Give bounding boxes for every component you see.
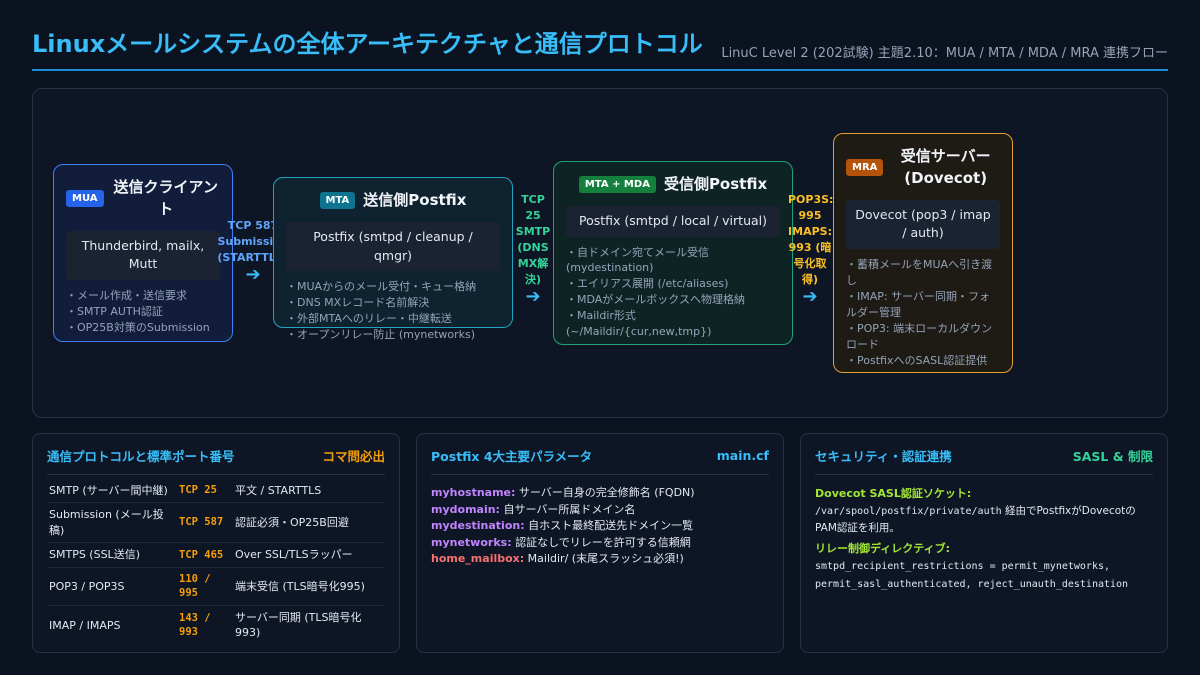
page-subtitle: LinuC Level 2 (202試験) 主題2.10：MUA / MTA /… (721, 46, 1168, 61)
list-item: ・自ドメイン宛てメール受信 (mydestination) (566, 245, 709, 275)
ports-panel: 通信プロトコルと標準ポート番号 コマ問必出 SMTP (サーバー間中継) TCP… (32, 433, 400, 653)
node-feature-list: ・MUAからのメール受付・キュー格納 ・DNS MXレコード名前解決 ・外部MT… (286, 279, 500, 343)
list-item: ・IMAP: サーバー同期・フォルダー管理 (846, 289, 990, 319)
param-desc: Maildir/ (末尾スラッシュ必須!) (527, 552, 684, 565)
node-badge: MRA (846, 159, 884, 177)
param-desc: 認証なしでリレーを許可する信頼網 (515, 535, 691, 549)
list-item: ・DNS MXレコード名前解決 (286, 296, 430, 310)
port-number: 143 / 993 (179, 611, 211, 639)
node-title: 受信サーバー (Dovecot) (900, 147, 991, 187)
list-item: ・PostfixへのSASL認証提供 (846, 353, 988, 367)
ports-table: SMTP (サーバー間中継) TCP 25 平文 / STARTTLS Subm… (47, 479, 385, 645)
table-row: POP3 / POP3S 110 / 995 端末受信 (TLS暗号化995) (47, 567, 385, 606)
node-title: 送信クライアント (113, 178, 218, 218)
node-badge: MTA + MDA (578, 176, 656, 194)
sasl-label: Dovecot SASL認証ソケット: (815, 487, 972, 500)
node-title: 受信側Postfix (663, 175, 768, 193)
connector-mda-mra: POP3S: 995 IMAPS: 993 (暗号化取得) ➔ (788, 192, 834, 307)
connector-label: POP3S: 995 IMAPS: 993 (暗号化取得) (788, 193, 834, 286)
param-desc: サーバー自身の完全修飾名 (FQDN) (518, 486, 695, 499)
node-process: Dovecot (pop3 / imap / auth) (846, 199, 1000, 249)
node-mra: MRA 受信サーバー (Dovecot) Dovecot (pop3 / ima… (833, 133, 1013, 373)
param-key: myhostname: (431, 486, 516, 499)
node-badge: MUA (66, 190, 104, 208)
connector-label: TCP 25 SMTP (DNS MX解決) (515, 193, 551, 286)
connector-mta-mda: TCP 25 SMTP (DNS MX解決) ➔ (515, 192, 551, 306)
relay-label: リレー制御ディレクティブ: (815, 541, 950, 555)
protocol-name: SMTP (サーバー間中継) (47, 479, 177, 504)
port-number: 110 / 995 (177, 567, 233, 606)
list-item: ・メール作成・送信要求 (66, 289, 187, 302)
security-panel: セキュリティ・認証連携 SASL & 制限 Dovecot SASL認証ソケット… (800, 433, 1168, 653)
list-item: ・MUAからのメール受付・キュー格納 (286, 280, 477, 294)
page-title: Linuxメールシステムの全体アーキテクチャと通信プロトコル (32, 30, 703, 58)
node-mua: MUA 送信クライアント Thunderbird, mailx, Mutt ・メ… (53, 164, 233, 342)
protocol-name: POP3 / POP3S (47, 567, 177, 606)
protocol-name: IMAP / IMAPS (49, 618, 121, 632)
param-item: mydomain: 自サーバー所属ドメイン名 (431, 502, 769, 519)
list-item: ・OP25B対策のSubmission (66, 320, 210, 334)
node-process: Thunderbird, mailx, Mutt (66, 230, 220, 280)
param-item: myhostname: サーバー自身の完全修飾名 (FQDN) (431, 485, 769, 502)
arrow-right-icon: ➔ (525, 285, 541, 307)
protocol-desc: サーバー同期 (TLS暗号化993) (235, 610, 362, 640)
protocol-desc: 端末受信 (TLS暗号化995) (233, 567, 385, 606)
table-row: Submission (メール投稿) TCP 587 認証必須・OP25B回避 (47, 502, 385, 544)
list-item: ・エイリアス展開 (/etc/aliases) (566, 277, 729, 291)
protocol-desc: 平文 / STARTTLS (233, 479, 385, 504)
protocol-desc: 認証必須・OP25B回避 (233, 502, 385, 544)
param-item: mydestination: 自ホスト最終配送先ドメイン一覧 (431, 518, 769, 535)
panel-tag: SASL & 制限 (1072, 449, 1153, 464)
postfix-params-panel: Postfix 4大主要パラメータ main.cf myhostname: サー… (416, 433, 784, 653)
list-item: ・SMTP AUTH認証 (66, 304, 163, 318)
panel-tag: コマ問必出 (322, 449, 385, 464)
param-key: mydomain: (431, 502, 500, 516)
param-item: home_mailbox: Maildir/ (末尾スラッシュ必須!) (431, 551, 769, 568)
param-key: mynetworks: (431, 535, 512, 549)
param-key: home_mailbox: (431, 552, 525, 565)
param-item: mynetworks: 認証なしでリレーを許可する信頼網 (431, 535, 769, 552)
arrow-right-icon: ➔ (802, 285, 818, 307)
panel-title: Postfix 4大主要パラメータ (431, 449, 593, 464)
port-number: TCP 465 (177, 542, 233, 568)
param-desc: 自ホスト最終配送先ドメイン一覧 (528, 519, 694, 532)
list-item: ・オープンリレー防止 (mynetworks) (286, 328, 476, 342)
node-process: Postfix (smtpd / cleanup / qmgr) (286, 221, 500, 272)
table-row: SMTPS (SSL送信) TCP 465 Over SSL/TLSラッパー (47, 542, 385, 568)
list-item: ・POP3: 端末ローカルダウンロード (846, 321, 993, 351)
table-row: SMTP (サーバー間中継) TCP 25 平文 / STARTTLS (47, 479, 385, 504)
node-badge: MTA (319, 192, 356, 210)
protocol-desc: Over SSL/TLSラッパー (233, 542, 385, 568)
node-process: Postfix (smtpd / local / virtual) (566, 205, 780, 237)
param-key: mydestination: (431, 519, 525, 532)
param-list: myhostname: サーバー自身の完全修飾名 (FQDN) mydomain… (431, 485, 769, 568)
table-row: IMAP / IMAPS 143 / 993 サーバー同期 (TLS暗号化993… (47, 605, 385, 644)
header: Linuxメールシステムの全体アーキテクチャと通信プロトコル LinuC Lev… (32, 22, 1168, 72)
panel-tag: main.cf (716, 448, 769, 463)
panel-title: 通信プロトコルと標準ポート番号 (47, 449, 235, 464)
node-mta: MTA 送信側Postfix Postfix (smtpd / cleanup … (273, 177, 513, 341)
panel-title: セキュリティ・認証連携 (815, 449, 952, 464)
list-item: ・Maildir形式 (~/Maildir/{cur,new,tmp}) (566, 309, 712, 339)
list-item: ・外部MTAへのリレー・中継転送 (286, 312, 452, 326)
node-mda: MTA + MDA 受信側Postfix Postfix (smtpd / lo… (553, 161, 793, 345)
node-title: 送信側Postfix (363, 191, 467, 209)
sasl-socket-path: /var/spool/postfix/private/auth (815, 506, 1002, 517)
list-item: ・蓄積メールをMUAへ引き渡し (846, 258, 993, 287)
port-number: TCP 587 (177, 502, 233, 544)
list-item: ・MDAがメールボックスへ物理格納 (566, 293, 745, 307)
sasl-description: /var/spool/postfix/private/auth 経由でPostf… (815, 503, 1153, 536)
param-desc: 自サーバー所属ドメイン名 (503, 502, 636, 516)
port-number: TCP 25 (177, 479, 233, 504)
node-feature-list: ・メール作成・送信要求 ・SMTP AUTH認証 ・OP25B対策のSubmis… (66, 288, 220, 336)
relay-directive-code: smtpd_recipient_restrictions = permit_my… (815, 560, 1129, 590)
protocol-name: SMTPS (SSL送信) (47, 542, 177, 568)
protocol-name: Submission (メール投稿) (47, 502, 177, 544)
node-feature-list: ・自ドメイン宛てメール受信 (mydestination) ・エイリアス展開 (… (566, 245, 780, 341)
header-divider (32, 69, 1168, 71)
node-feature-list: ・蓄積メールをMUAへ引き渡し ・IMAP: サーバー同期・フォルダー管理 ・P… (846, 257, 1000, 369)
